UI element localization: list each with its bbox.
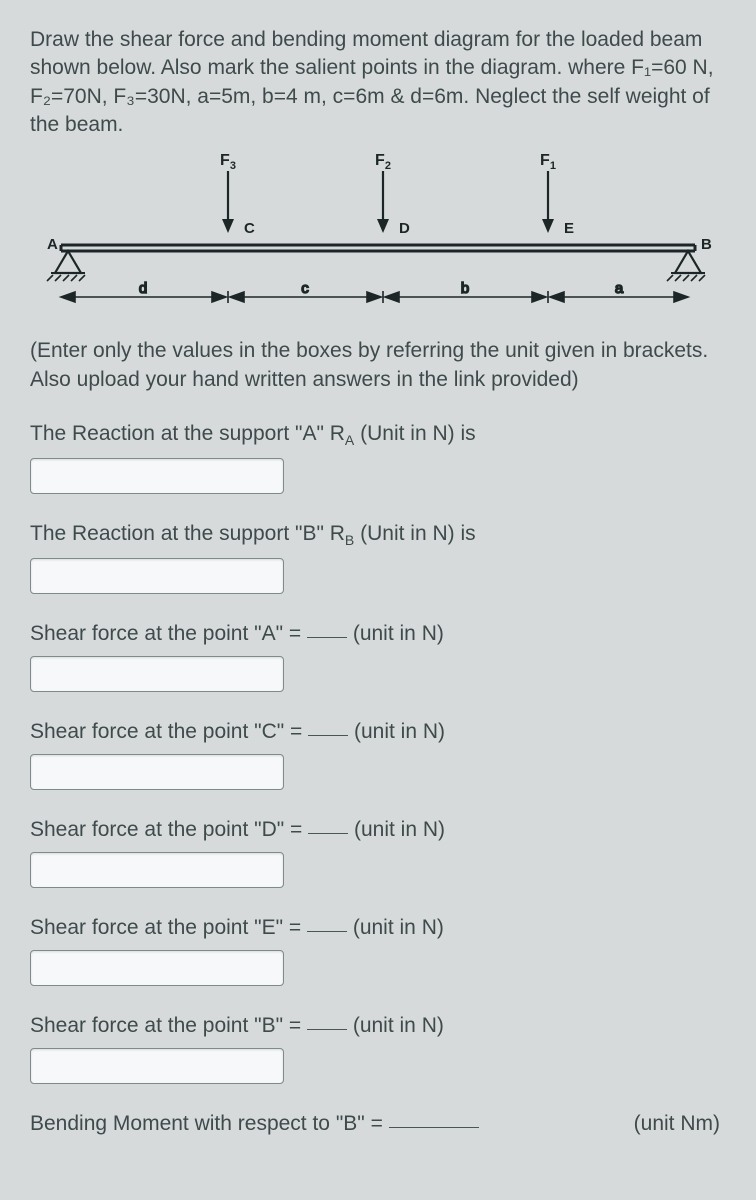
question-sf-a: Shear force at the point "A" = (unit in … xyxy=(30,622,726,646)
svg-text:a: a xyxy=(615,280,624,297)
input-sf-b[interactable] xyxy=(30,1048,284,1084)
svg-text:E: E xyxy=(564,220,574,237)
svg-text:C: C xyxy=(244,220,255,237)
question-rb: The Reaction at the support "B" RB (Unit… xyxy=(30,522,726,548)
svg-text:F2: F2 xyxy=(375,152,391,172)
question-sf-b: Shear force at the point "B" = (unit in … xyxy=(30,1014,726,1038)
input-sf-e[interactable] xyxy=(30,950,284,986)
question-sf-c: Shear force at the point "C" = (unit in … xyxy=(30,720,726,744)
input-sf-d[interactable] xyxy=(30,852,284,888)
beam-diagram: F3 C F2 D F1 E A B d xyxy=(33,149,723,319)
svg-text:F1: F1 xyxy=(540,152,556,172)
svg-text:b: b xyxy=(461,280,469,297)
question-bm-b: Bending Moment with respect to "B" = (un… xyxy=(30,1112,720,1136)
input-sf-a[interactable] xyxy=(30,656,284,692)
instructions-text: (Enter only the values in the boxes by r… xyxy=(30,337,726,394)
svg-text:B: B xyxy=(701,236,712,253)
svg-text:c: c xyxy=(301,280,309,297)
question-sf-e: Shear force at the point "E" = (unit in … xyxy=(30,916,726,940)
question-sf-d: Shear force at the point "D" = (unit in … xyxy=(30,818,726,842)
svg-text:d: d xyxy=(139,280,147,297)
svg-text:F3: F3 xyxy=(220,152,236,172)
svg-text:A: A xyxy=(47,236,58,253)
problem-statement: Draw the shear force and bending moment … xyxy=(30,26,726,139)
input-ra[interactable] xyxy=(30,458,284,494)
svg-text:D: D xyxy=(399,220,410,237)
input-sf-c[interactable] xyxy=(30,754,284,790)
question-ra: The Reaction at the support "A" RA (Unit… xyxy=(30,422,726,448)
input-rb[interactable] xyxy=(30,558,284,594)
